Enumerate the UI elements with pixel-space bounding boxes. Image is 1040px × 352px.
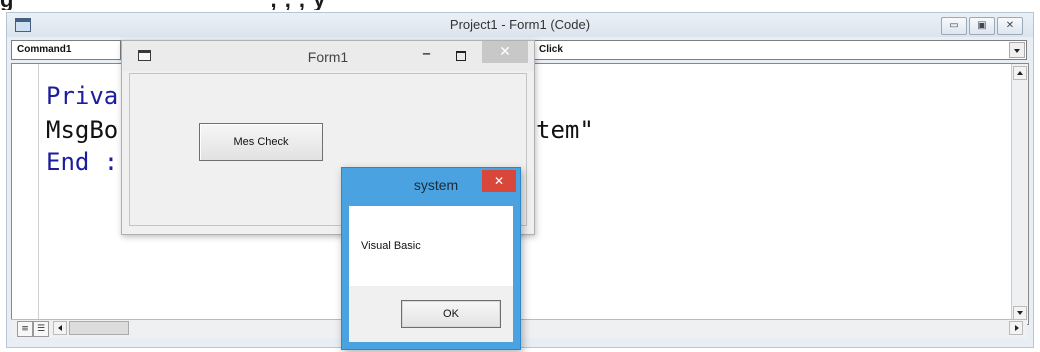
- code-window-title: Project1 - Form1 (Code): [449, 17, 591, 32]
- chevron-down-icon[interactable]: [1009, 42, 1025, 58]
- msgbox-message: Visual Basic: [361, 240, 421, 252]
- form1-maximize-button[interactable]: [456, 51, 466, 61]
- editor-margin: [12, 64, 39, 324]
- system-msgbox: system ✕ Visual Basic OK: [341, 167, 521, 350]
- procedure-view-icon[interactable]: ≡: [17, 321, 33, 337]
- cropped-heading-fragment: g , , , y: [0, 0, 1040, 10]
- scroll-up-icon[interactable]: [1013, 66, 1027, 80]
- horizontal-scroll-thumb[interactable]: [69, 321, 129, 335]
- form1-title: Form1: [307, 49, 349, 65]
- vertical-scrollbar[interactable]: [1011, 64, 1028, 322]
- procedure-combo-value: Click: [539, 44, 563, 55]
- msgbox-footer: OK: [349, 286, 513, 342]
- form1-titlebar[interactable]: Form1 – ✕: [122, 41, 534, 71]
- scroll-right-icon[interactable]: [1009, 321, 1023, 335]
- code-window-titlebar[interactable]: Project1 - Form1 (Code) ▭ ▣ ✕: [7, 13, 1033, 37]
- scroll-left-icon[interactable]: [53, 321, 67, 335]
- minimize-icon: ▭: [949, 20, 959, 31]
- full-module-view-icon[interactable]: ☰: [33, 321, 49, 337]
- maximize-icon: ▣: [977, 20, 987, 31]
- msgbox-close-button[interactable]: ✕: [482, 170, 516, 192]
- form1-minimize-button[interactable]: –: [422, 43, 431, 64]
- minimize-button[interactable]: ▭: [941, 17, 967, 35]
- mes-check-button[interactable]: Mes Check: [199, 123, 323, 161]
- scroll-down-icon[interactable]: [1013, 306, 1027, 320]
- msgbox-body: Visual Basic: [349, 206, 513, 286]
- procedure-combo[interactable]: Click: [533, 40, 1027, 60]
- cropped-heading-text: g , , , y: [0, 0, 326, 10]
- close-button[interactable]: ✕: [997, 17, 1023, 35]
- code-line[interactable]: tem": [536, 116, 594, 144]
- ok-button[interactable]: OK: [401, 300, 501, 328]
- maximize-button[interactable]: ▣: [969, 17, 995, 35]
- object-combo[interactable]: Command1: [11, 40, 121, 60]
- code-line[interactable]: MsgBo: [46, 116, 118, 144]
- form1-close-button[interactable]: ✕: [482, 41, 528, 63]
- code-line[interactable]: End :: [46, 148, 118, 176]
- close-icon: ✕: [1005, 20, 1015, 31]
- object-combo-value: Command1: [17, 44, 72, 55]
- code-line[interactable]: Priva: [46, 82, 118, 110]
